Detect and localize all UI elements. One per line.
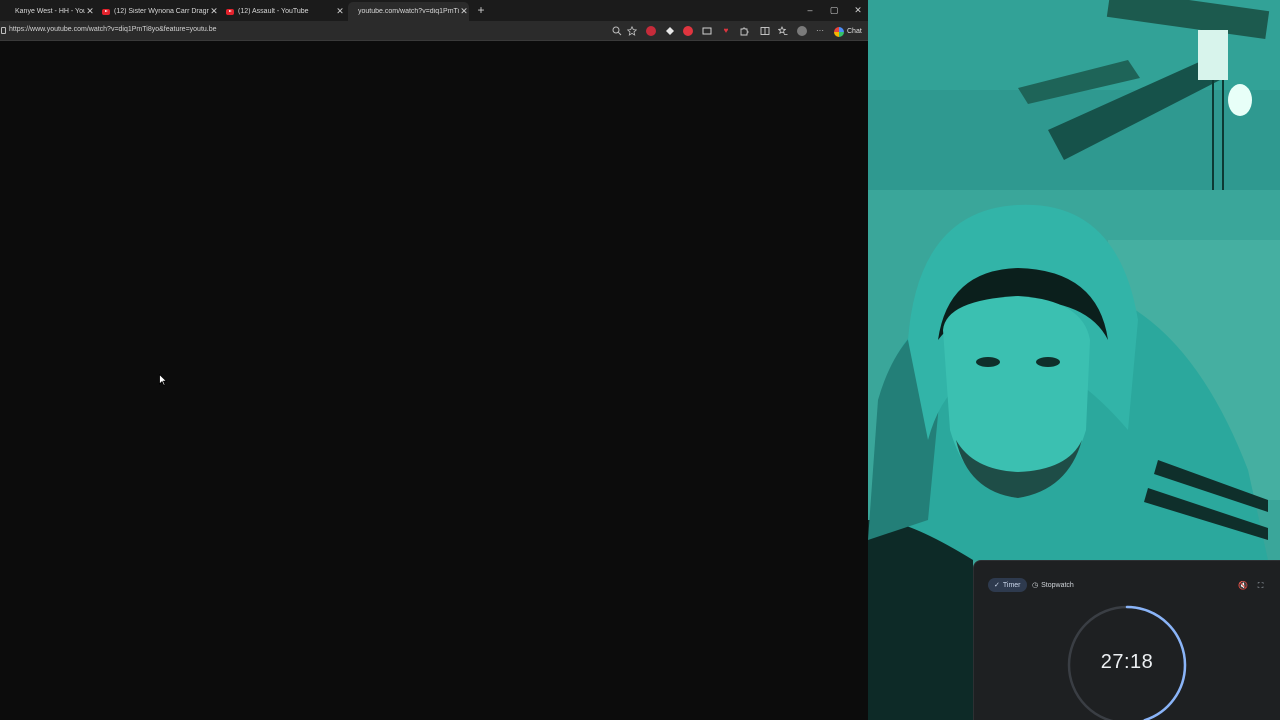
timer-time-display: 27:18 xyxy=(1100,651,1154,673)
tab-kanye-west[interactable]: Kanye West - HH - YouTube ✕ xyxy=(0,2,95,21)
tab-close-icon[interactable]: ✕ xyxy=(459,6,469,17)
tab-close-icon[interactable]: ✕ xyxy=(209,6,219,17)
minimize-button[interactable]: – xyxy=(803,3,817,17)
extension-screen-icon[interactable] xyxy=(702,26,712,36)
address-bar: https://www.youtube.com/watch?v=diq1PmTi… xyxy=(0,21,868,41)
tab-favicon-icon xyxy=(3,9,11,15)
timer-tab-label: Timer xyxy=(1002,581,1021,589)
tab-youtube-watch[interactable]: youtube.com/watch?v=diq1PmTi ✕ xyxy=(348,2,469,21)
more-menu-icon[interactable]: ··· xyxy=(815,26,825,36)
zoom-icon[interactable] xyxy=(612,26,622,36)
extension-heart-icon[interactable]: ♥ xyxy=(721,26,731,36)
puzzle-icon[interactable] xyxy=(739,26,749,36)
tab-assault[interactable]: (12) Assault - YouTube ✕ xyxy=(223,2,345,21)
mouse-cursor-icon xyxy=(159,374,167,386)
check-icon: ✓ xyxy=(994,582,1000,589)
chat-label: Chat xyxy=(847,28,862,35)
expand-icon[interactable]: ⛶ xyxy=(1256,581,1265,590)
tab-title: (12) Sister Wynona Carr Dragnet R xyxy=(114,8,209,15)
browser-window: Kanye West - HH - YouTube ✕ (12) Sister … xyxy=(0,0,868,720)
favorite-star-icon[interactable] xyxy=(627,26,637,36)
youtube-icon xyxy=(102,8,110,15)
stopwatch-icon: ◷ xyxy=(1032,582,1039,589)
extension-diamond-icon[interactable] xyxy=(665,26,675,36)
mute-icon[interactable]: 🔇 xyxy=(1238,581,1248,590)
extension-red-icon[interactable] xyxy=(646,26,656,36)
page-content[interactable] xyxy=(0,42,868,720)
profile-avatar-icon[interactable] xyxy=(797,26,807,36)
close-window-button[interactable]: ✕ xyxy=(851,3,865,17)
tab-close-icon[interactable]: ✕ xyxy=(85,6,95,17)
maximize-button[interactable]: ▢ xyxy=(827,3,841,17)
stopwatch-tab-label: Stopwatch xyxy=(1041,581,1074,589)
chat-button[interactable]: Chat xyxy=(834,26,862,37)
tab-title: youtube.com/watch?v=diq1PmTi xyxy=(358,8,459,15)
new-tab-button[interactable]: + xyxy=(475,3,487,17)
extension-record-icon[interactable] xyxy=(683,26,693,36)
timer-widget: ✓ Timer ◷ Stopwatch 🔇 ⛶ 27:18 xyxy=(973,560,1280,720)
tab-title: (12) Assault - YouTube xyxy=(238,8,309,15)
url-field[interactable]: https://www.youtube.com/watch?v=diq1PmTi… xyxy=(9,26,217,33)
split-screen-icon[interactable] xyxy=(760,26,770,36)
favorites-icon[interactable] xyxy=(778,26,788,36)
copilot-icon xyxy=(834,26,844,37)
tab-strip: Kanye West - HH - YouTube ✕ (12) Sister … xyxy=(0,0,868,21)
tab-title: Kanye West - HH - YouTube xyxy=(15,8,85,15)
tab-timer[interactable]: ✓ Timer xyxy=(988,578,1027,592)
tab-close-icon[interactable]: ✕ xyxy=(335,6,345,17)
tab-stopwatch[interactable]: ◷ Stopwatch xyxy=(1032,578,1074,592)
lock-icon[interactable] xyxy=(1,27,6,34)
tab-sister-wynona[interactable]: (12) Sister Wynona Carr Dragnet R ✕ xyxy=(99,2,219,21)
youtube-icon xyxy=(226,8,234,15)
